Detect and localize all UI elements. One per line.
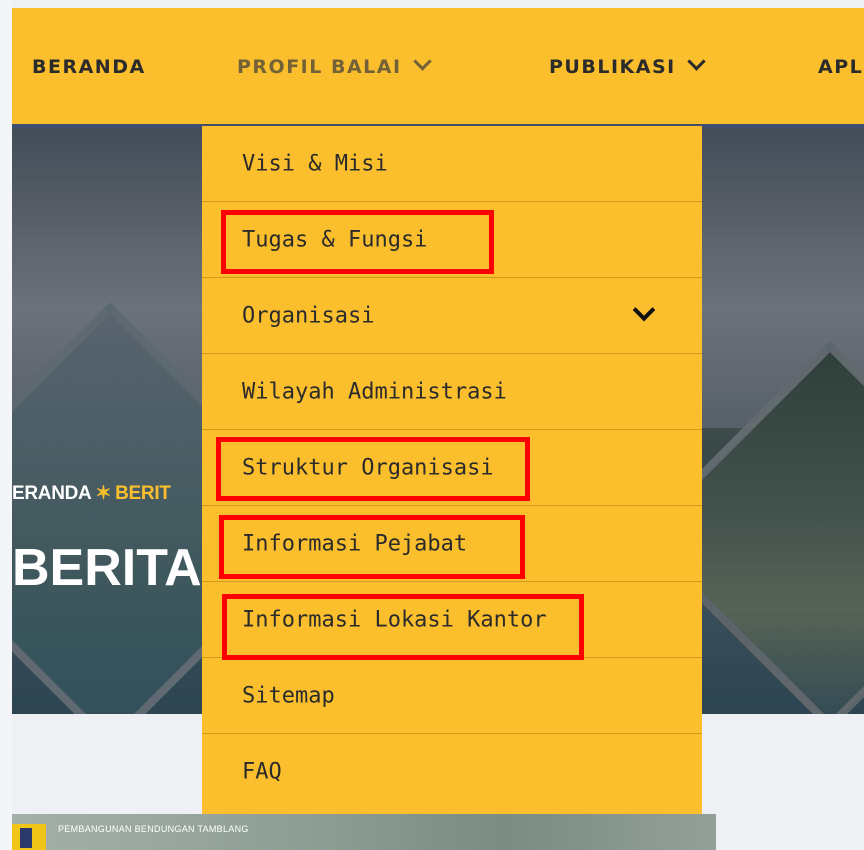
dropdown-item-label: Struktur Organisasi xyxy=(242,455,494,480)
dropdown-item-label: Organisasi xyxy=(242,303,375,328)
dropdown-item-faq[interactable]: FAQ xyxy=(202,734,702,810)
top-navbar: BERANDA PROFIL BALAI PUBLIKASI APL xyxy=(12,8,864,126)
dropdown-item-informasi-pejabat[interactable]: Informasi Pejabat xyxy=(202,506,702,582)
chevron-down-icon[interactable] xyxy=(632,298,656,322)
page: BERANDA PROFIL BALAI PUBLIKASI APL ERAND… xyxy=(0,0,864,850)
chevron-down-icon xyxy=(687,52,706,71)
page-title: BERITA xyxy=(12,539,202,597)
profil-balai-dropdown: Visi & Misi Tugas & Fungsi Organisasi Wi… xyxy=(202,126,702,814)
dropdown-item-label: Informasi Lokasi Kantor xyxy=(242,607,547,632)
nav-item-profil-balai[interactable]: PROFIL BALAI xyxy=(237,52,432,78)
dropdown-item-label: Informasi Pejabat xyxy=(242,531,468,556)
dropdown-item-label: Sitemap xyxy=(242,683,335,708)
dropdown-item-label: Wilayah Administrasi xyxy=(242,379,507,404)
dropdown-item-struktur-organisasi[interactable]: Struktur Organisasi xyxy=(202,430,702,506)
dropdown-item-label: Visi & Misi xyxy=(242,151,388,176)
dropdown-item-label: FAQ xyxy=(242,759,282,785)
pupr-logo-icon xyxy=(12,824,46,850)
nav-item-aplikasi[interactable]: APL xyxy=(818,56,863,78)
nav-item-publikasi[interactable]: PUBLIKASI xyxy=(549,52,706,78)
breadcrumb-home[interactable]: ERANDA xyxy=(12,483,92,504)
breadcrumb-current: BERIT xyxy=(115,483,171,504)
banner-caption: PEMBANGUNAN BENDUNGAN TAMBLANG xyxy=(58,824,249,834)
breadcrumb-separator-icon: ✶ xyxy=(95,483,112,504)
nav-label: BERANDA xyxy=(32,56,146,78)
dropdown-item-sitemap[interactable]: Sitemap xyxy=(202,658,702,734)
dropdown-item-visi-misi[interactable]: Visi & Misi xyxy=(202,126,702,202)
chevron-down-icon xyxy=(412,52,432,71)
dropdown-item-informasi-lokasi-kantor[interactable]: Informasi Lokasi Kantor xyxy=(202,582,702,658)
news-banner-image[interactable]: PEMBANGUNAN BENDUNGAN TAMBLANG xyxy=(12,814,716,850)
breadcrumb: ERANDA ✶ BERIT xyxy=(12,482,171,505)
logo-mark xyxy=(20,828,32,848)
dropdown-item-tugas-fungsi[interactable]: Tugas & Fungsi xyxy=(202,202,702,278)
nav-item-beranda[interactable]: BERANDA xyxy=(32,56,146,78)
dropdown-item-label: Tugas & Fungsi xyxy=(242,227,428,252)
page-margin xyxy=(0,0,12,850)
dropdown-item-organisasi[interactable]: Organisasi xyxy=(202,278,702,354)
nav-label: APL xyxy=(818,56,864,78)
nav-label: PUBLIKASI xyxy=(549,56,676,78)
nav-label: PROFIL BALAI xyxy=(237,56,402,78)
dropdown-item-wilayah-administrasi[interactable]: Wilayah Administrasi xyxy=(202,354,702,430)
